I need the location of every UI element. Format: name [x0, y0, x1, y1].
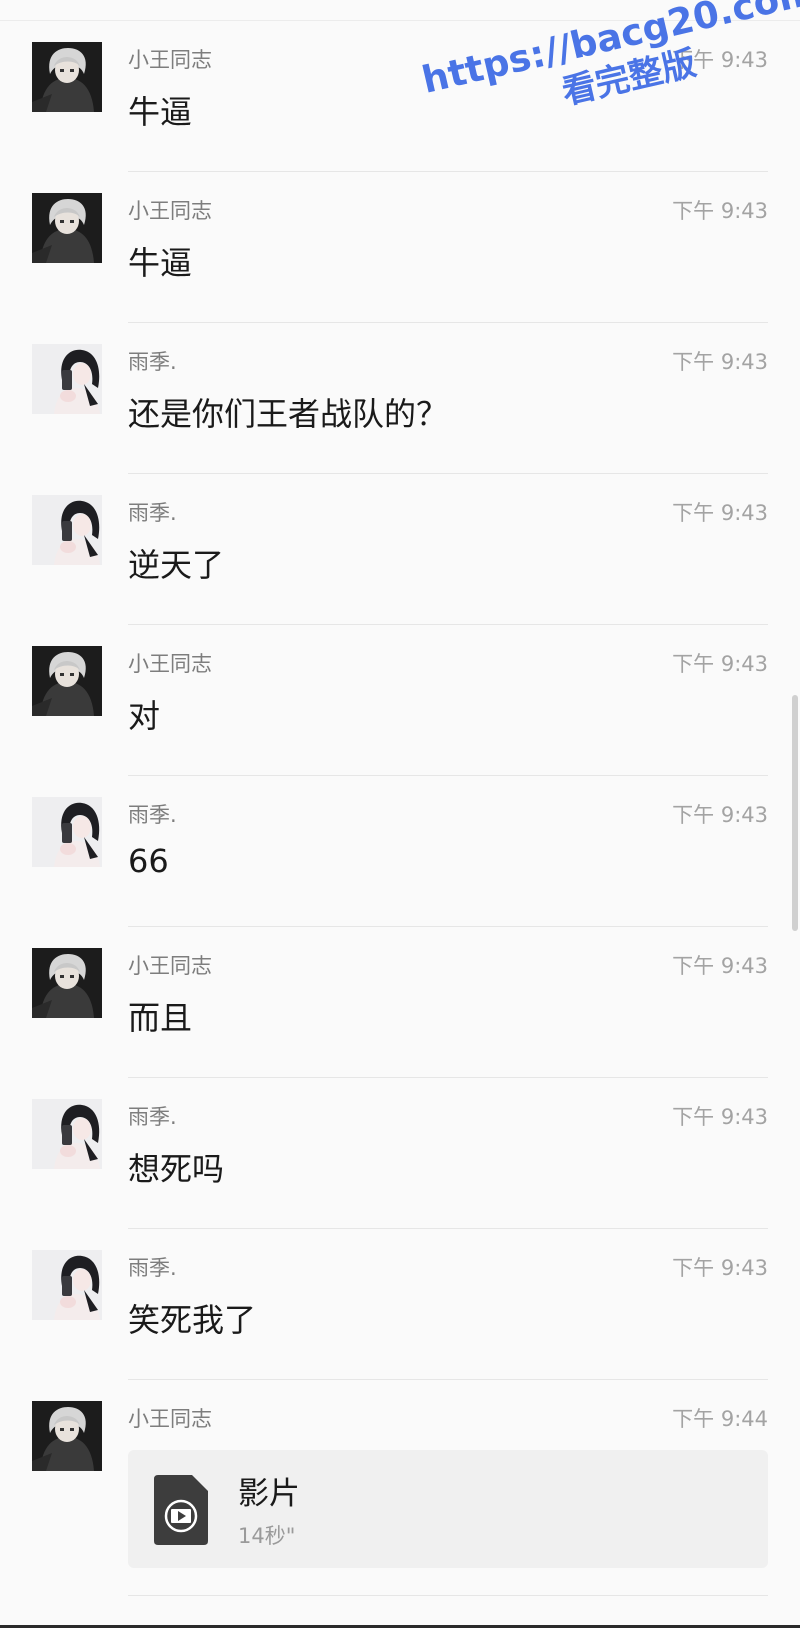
message-time: 下午 9:43: [672, 803, 768, 827]
avatar-light-image: [32, 344, 102, 414]
avatar-dark-image: [32, 42, 102, 112]
message-text[interactable]: 牛逼: [128, 87, 192, 133]
sender-name: 小王同志: [128, 199, 212, 223]
message-time: 下午 9:43: [672, 1256, 768, 1280]
file-name: 影片: [238, 1476, 300, 1512]
message-time: 下午 9:43: [672, 954, 768, 978]
sender-name: 小王同志: [128, 954, 212, 978]
message-text[interactable]: 66: [128, 842, 169, 880]
avatar-dark-image: [32, 193, 102, 263]
video-file-icon: [154, 1475, 208, 1545]
sender-name: 雨季.: [128, 1105, 177, 1129]
message-time: 下午 9:43: [672, 350, 768, 374]
scrollbar-thumb[interactable]: [792, 695, 798, 931]
message-time: 下午 9:43: [672, 501, 768, 525]
avatar[interactable]: [32, 1099, 102, 1169]
message-item[interactable]: 小王同志 下午 9:43 牛逼: [0, 172, 800, 323]
message-item[interactable]: 雨季. 下午 9:43 笑死我了: [0, 1229, 800, 1380]
avatar[interactable]: [32, 948, 102, 1018]
avatar[interactable]: [32, 1401, 102, 1471]
avatar-light-image: [32, 495, 102, 565]
sender-name: 雨季.: [128, 803, 177, 827]
message-text[interactable]: 想死吗: [128, 1144, 224, 1190]
avatar-light-image: [32, 797, 102, 867]
message-time: 下午 9:43: [672, 1105, 768, 1129]
message-text[interactable]: 而且: [128, 993, 192, 1039]
message-item[interactable]: 小王同志 下午 9:43 而且: [0, 927, 800, 1078]
avatar[interactable]: [32, 344, 102, 414]
message-divider: [128, 1595, 768, 1596]
message-item-file[interactable]: 小王同志 下午 9:44 影片 14秒": [0, 1380, 800, 1596]
avatar[interactable]: [32, 1250, 102, 1320]
message-text[interactable]: 还是你们王者战队的？: [128, 389, 448, 435]
file-duration: 14秒": [238, 1524, 296, 1548]
avatar[interactable]: [32, 646, 102, 716]
avatar-light-image: [32, 1099, 102, 1169]
message-time: 下午 9:43: [672, 652, 768, 676]
message-time: 下午 9:44: [672, 1407, 768, 1431]
avatar[interactable]: [32, 495, 102, 565]
avatar-dark-image: [32, 1401, 102, 1471]
chat-message-list[interactable]: 小王同志 下午 9:43 牛逼 小王同志 下午 9:43 牛逼 雨季. 下午 9…: [0, 21, 800, 1596]
sender-name: 雨季.: [128, 350, 177, 374]
message-time: 下午 9:43: [672, 199, 768, 223]
message-text[interactable]: 对: [128, 691, 160, 737]
message-time: 下午 9:43: [672, 48, 768, 72]
sender-name: 小王同志: [128, 652, 212, 676]
message-item[interactable]: 雨季. 下午 9:43 想死吗: [0, 1078, 800, 1229]
sender-name: 小王同志: [128, 1407, 212, 1431]
avatar-dark-image: [32, 948, 102, 1018]
avatar[interactable]: [32, 797, 102, 867]
sender-name: 雨季.: [128, 1256, 177, 1280]
message-text[interactable]: 牛逼: [128, 238, 192, 284]
avatar[interactable]: [32, 193, 102, 263]
message-text[interactable]: 逆天了: [128, 540, 224, 586]
message-item[interactable]: 雨季. 下午 9:43 66: [0, 776, 800, 927]
avatar[interactable]: [32, 42, 102, 112]
message-item[interactable]: 雨季. 下午 9:43 还是你们王者战队的？: [0, 323, 800, 474]
message-item[interactable]: 雨季. 下午 9:43 逆天了: [0, 474, 800, 625]
video-file-card[interactable]: 影片 14秒": [128, 1450, 768, 1568]
avatar-dark-image: [32, 646, 102, 716]
sender-name: 雨季.: [128, 501, 177, 525]
message-item[interactable]: 小王同志 下午 9:43 牛逼: [0, 21, 800, 172]
avatar-light-image: [32, 1250, 102, 1320]
sender-name: 小王同志: [128, 48, 212, 72]
message-item[interactable]: 小王同志 下午 9:43 对: [0, 625, 800, 776]
message-text[interactable]: 笑死我了: [128, 1295, 256, 1341]
